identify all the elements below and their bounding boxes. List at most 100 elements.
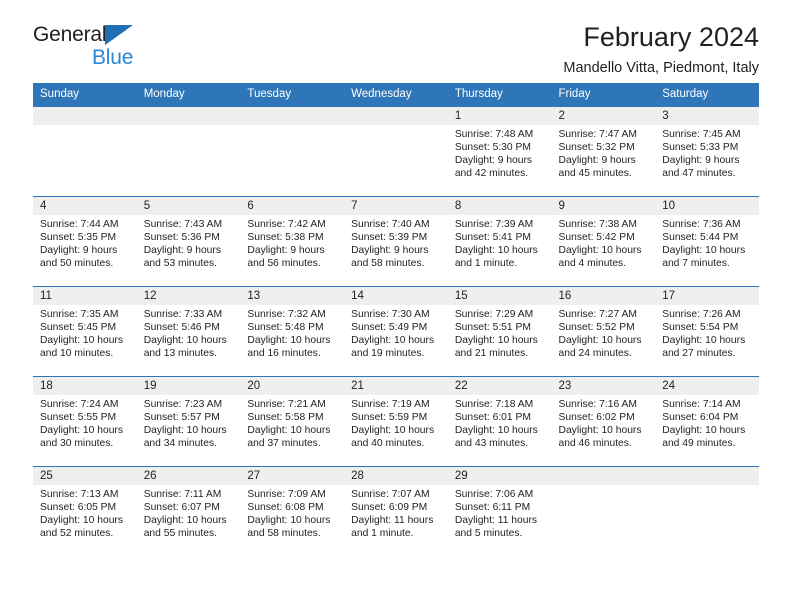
weekday-header-saturday: Saturday <box>655 83 759 107</box>
sunrise-line: Sunrise: 7:48 AM <box>454 129 534 140</box>
day-cell-inner: 18 Sunrise: 7:24 AM Sunset: 5:55 PM Dayligh… <box>33 377 137 466</box>
sunrise-line: Sunrise: 7:27 AM <box>558 309 637 320</box>
day-number: 12 <box>136 287 241 305</box>
day-number: 8 <box>447 197 552 215</box>
sunset-line: Sunset: 5:32 PM <box>558 142 635 154</box>
day-cell-inner: 24 Sunrise: 7:14 AM Sunset: 6:04 PM Dayligh… <box>655 377 759 466</box>
page-header: General Blue February 2024 Mandello Vitt… <box>33 0 759 76</box>
daylight-line: Daylight: 9 hours <box>558 155 636 167</box>
day-cell-inner: 2 Sunrise: 7:47 AM Sunset: 5:32 PM Daylight… <box>551 107 656 196</box>
day-number: 7 <box>344 197 448 215</box>
calendar-day-cell[interactable]: 1 Sunrise: 7:48 AM Sunset: 5:30 PM Daylight… <box>447 106 552 197</box>
calendar-day-cell-empty <box>344 106 448 197</box>
calendar-day-cell[interactable]: 7 Sunrise: 7:40 AM Sunset: 5:39 PM Daylight… <box>344 196 448 287</box>
calendar-day-cell[interactable]: 11 Sunrise: 7:35 AM Sunset: 5:45 PM Dayligh… <box>33 286 137 377</box>
day-number: 11 <box>33 287 137 305</box>
calendar-day-cell[interactable]: 10 Sunrise: 7:36 AM Sunset: 5:44 PM Dayligh… <box>655 196 759 287</box>
calendar-day-cell[interactable]: 16 Sunrise: 7:27 AM Sunset: 5:52 PM Dayligh… <box>551 286 656 377</box>
calendar-day-cell[interactable]: 27 Sunrise: 7:09 AM Sunset: 6:08 PM Dayligh… <box>240 466 345 556</box>
day-number: 13 <box>240 287 345 305</box>
day-cell-inner: 12 Sunrise: 7:33 AM Sunset: 5:46 PM Dayligh… <box>136 287 241 376</box>
sun-info: Sunrise: 7:24 AM Sunset: 5:55 PM Daylight:… <box>33 395 137 450</box>
weekday-header-sunday: Sunday <box>33 83 137 107</box>
sun-info: Sunrise: 7:44 AM Sunset: 5:35 PM Daylight:… <box>33 215 137 270</box>
calendar-day-cell[interactable]: 3 Sunrise: 7:45 AM Sunset: 5:33 PM Daylight… <box>655 106 759 197</box>
calendar-day-cell[interactable]: 19 Sunrise: 7:23 AM Sunset: 5:57 PM Dayligh… <box>136 376 241 467</box>
day-number <box>655 467 759 485</box>
sunrise-line: Sunrise: 7:43 AM <box>143 219 223 230</box>
sunrise-line: Sunrise: 7:39 AM <box>454 219 534 230</box>
sunrise-line: Sunrise: 7:45 AM <box>662 129 741 140</box>
day-number: 6 <box>240 197 345 215</box>
sunrise-line: Sunrise: 7:07 AM <box>351 489 430 500</box>
calendar-day-cell[interactable]: 28 Sunrise: 7:07 AM Sunset: 6:09 PM Dayligh… <box>344 466 448 556</box>
daylight-line: and 43 minutes. <box>454 438 529 450</box>
calendar-day-cell[interactable]: 17 Sunrise: 7:26 AM Sunset: 5:54 PM Dayligh… <box>655 286 759 377</box>
daylight-line: and 30 minutes. <box>40 438 114 450</box>
sunrise-line: Sunrise: 7:47 AM <box>558 129 637 140</box>
daylight-line: Daylight: 10 hours <box>558 335 642 347</box>
calendar-day-cell[interactable]: 8 Sunrise: 7:39 AM Sunset: 5:41 PM Daylight… <box>447 196 552 287</box>
daylight-line: and 53 minutes. <box>143 258 217 270</box>
calendar-day-cell[interactable]: 9 Sunrise: 7:38 AM Sunset: 5:42 PM Daylight… <box>551 196 656 287</box>
sunrise-line: Sunrise: 7:11 AM <box>143 489 222 500</box>
sunset-line: Sunset: 5:45 PM <box>40 322 117 334</box>
daylight-line: Daylight: 10 hours <box>40 335 123 347</box>
day-cell-inner: 22 Sunrise: 7:18 AM Sunset: 6:01 PM Dayligh… <box>447 377 552 466</box>
sun-info: Sunrise: 7:42 AM Sunset: 5:38 PM Daylight:… <box>240 215 344 270</box>
daylight-line: and 21 minutes. <box>454 348 529 360</box>
sunrise-line: Sunrise: 7:32 AM <box>247 309 326 320</box>
day-number: 16 <box>551 287 656 305</box>
daylight-line: and 47 minutes. <box>662 168 736 180</box>
sunrise-line: Sunrise: 7:30 AM <box>351 309 430 320</box>
day-cell-inner: 4 Sunrise: 7:44 AM Sunset: 5:35 PM Daylight… <box>33 197 137 286</box>
sunrise-line: Sunrise: 7:29 AM <box>454 309 534 320</box>
sunset-line: Sunset: 5:30 PM <box>454 142 531 154</box>
daylight-line: Daylight: 10 hours <box>454 335 538 347</box>
day-cell-inner: 3 Sunrise: 7:45 AM Sunset: 5:33 PM Daylight… <box>655 107 759 196</box>
sun-info: Sunrise: 7:21 AM Sunset: 5:58 PM Daylight:… <box>240 395 344 450</box>
day-cell-inner <box>344 107 448 196</box>
calendar-day-cell[interactable]: 24 Sunrise: 7:14 AM Sunset: 6:04 PM Dayligh… <box>655 376 759 467</box>
calendar-day-cell[interactable]: 5 Sunrise: 7:43 AM Sunset: 5:36 PM Daylight… <box>136 196 241 287</box>
calendar-day-cell[interactable]: 12 Sunrise: 7:33 AM Sunset: 5:46 PM Dayligh… <box>136 286 241 377</box>
calendar-day-cell[interactable]: 13 Sunrise: 7:32 AM Sunset: 5:48 PM Dayligh… <box>240 286 345 377</box>
daylight-line: Daylight: 10 hours <box>247 515 331 527</box>
daylight-line: Daylight: 9 hours <box>662 155 740 167</box>
sun-info: Sunrise: 7:14 AM Sunset: 6:04 PM Daylight:… <box>655 395 759 450</box>
daylight-line: Daylight: 10 hours <box>40 425 123 437</box>
sunrise-line: Sunrise: 7:09 AM <box>247 489 326 500</box>
calendar-day-cell[interactable]: 6 Sunrise: 7:42 AM Sunset: 5:38 PM Daylight… <box>240 196 345 287</box>
calendar-day-cell[interactable]: 18 Sunrise: 7:24 AM Sunset: 5:55 PM Dayligh… <box>33 376 137 467</box>
daylight-line: Daylight: 10 hours <box>143 335 227 347</box>
daylight-line: Daylight: 10 hours <box>351 425 435 437</box>
calendar-day-cell-empty <box>240 106 345 197</box>
calendar-body: 1 Sunrise: 7:48 AM Sunset: 5:30 PM Daylight… <box>33 106 759 556</box>
calendar-day-cell[interactable]: 26 Sunrise: 7:11 AM Sunset: 6:07 PM Dayligh… <box>136 466 241 556</box>
calendar-day-cell[interactable]: 21 Sunrise: 7:19 AM Sunset: 5:59 PM Dayligh… <box>344 376 448 467</box>
sunset-line: Sunset: 6:02 PM <box>558 412 635 424</box>
sunset-line: Sunset: 5:44 PM <box>662 232 739 244</box>
calendar-day-cell[interactable]: 2 Sunrise: 7:47 AM Sunset: 5:32 PM Daylight… <box>551 106 656 197</box>
sun-info: Sunrise: 7:06 AM Sunset: 6:11 PM Daylight:… <box>448 485 552 540</box>
calendar-day-cell[interactable]: 23 Sunrise: 7:16 AM Sunset: 6:02 PM Dayligh… <box>551 376 656 467</box>
sunrise-line: Sunrise: 7:16 AM <box>558 399 637 410</box>
title-block: February 2024 Mandello Vitta, Piedmont, … <box>563 22 759 76</box>
day-number: 29 <box>447 467 552 485</box>
sun-info: Sunrise: 7:35 AM Sunset: 5:45 PM Daylight:… <box>33 305 137 360</box>
calendar-day-cell[interactable]: 20 Sunrise: 7:21 AM Sunset: 5:58 PM Dayligh… <box>240 376 345 467</box>
sunset-line: Sunset: 5:48 PM <box>247 322 324 334</box>
sunset-line: Sunset: 5:39 PM <box>351 232 428 244</box>
sunrise-line: Sunrise: 7:13 AM <box>40 489 119 500</box>
calendar-day-cell[interactable]: 14 Sunrise: 7:30 AM Sunset: 5:49 PM Dayligh… <box>344 286 448 377</box>
calendar-day-cell[interactable]: 22 Sunrise: 7:18 AM Sunset: 6:01 PM Dayligh… <box>447 376 552 467</box>
calendar-week-row: 1 Sunrise: 7:48 AM Sunset: 5:30 PM Daylight… <box>33 106 759 197</box>
calendar-day-cell[interactable]: 4 Sunrise: 7:44 AM Sunset: 5:35 PM Daylight… <box>33 196 137 287</box>
sunset-line: Sunset: 5:59 PM <box>351 412 428 424</box>
day-number: 10 <box>655 197 759 215</box>
sunrise-line: Sunrise: 7:38 AM <box>558 219 637 230</box>
daylight-line: and 55 minutes. <box>143 528 217 540</box>
calendar-day-cell[interactable]: 15 Sunrise: 7:29 AM Sunset: 5:51 PM Dayligh… <box>447 286 552 377</box>
calendar-day-cell[interactable]: 29 Sunrise: 7:06 AM Sunset: 6:11 PM Dayligh… <box>447 466 552 556</box>
calendar-day-cell[interactable]: 25 Sunrise: 7:13 AM Sunset: 6:05 PM Dayligh… <box>33 466 137 556</box>
